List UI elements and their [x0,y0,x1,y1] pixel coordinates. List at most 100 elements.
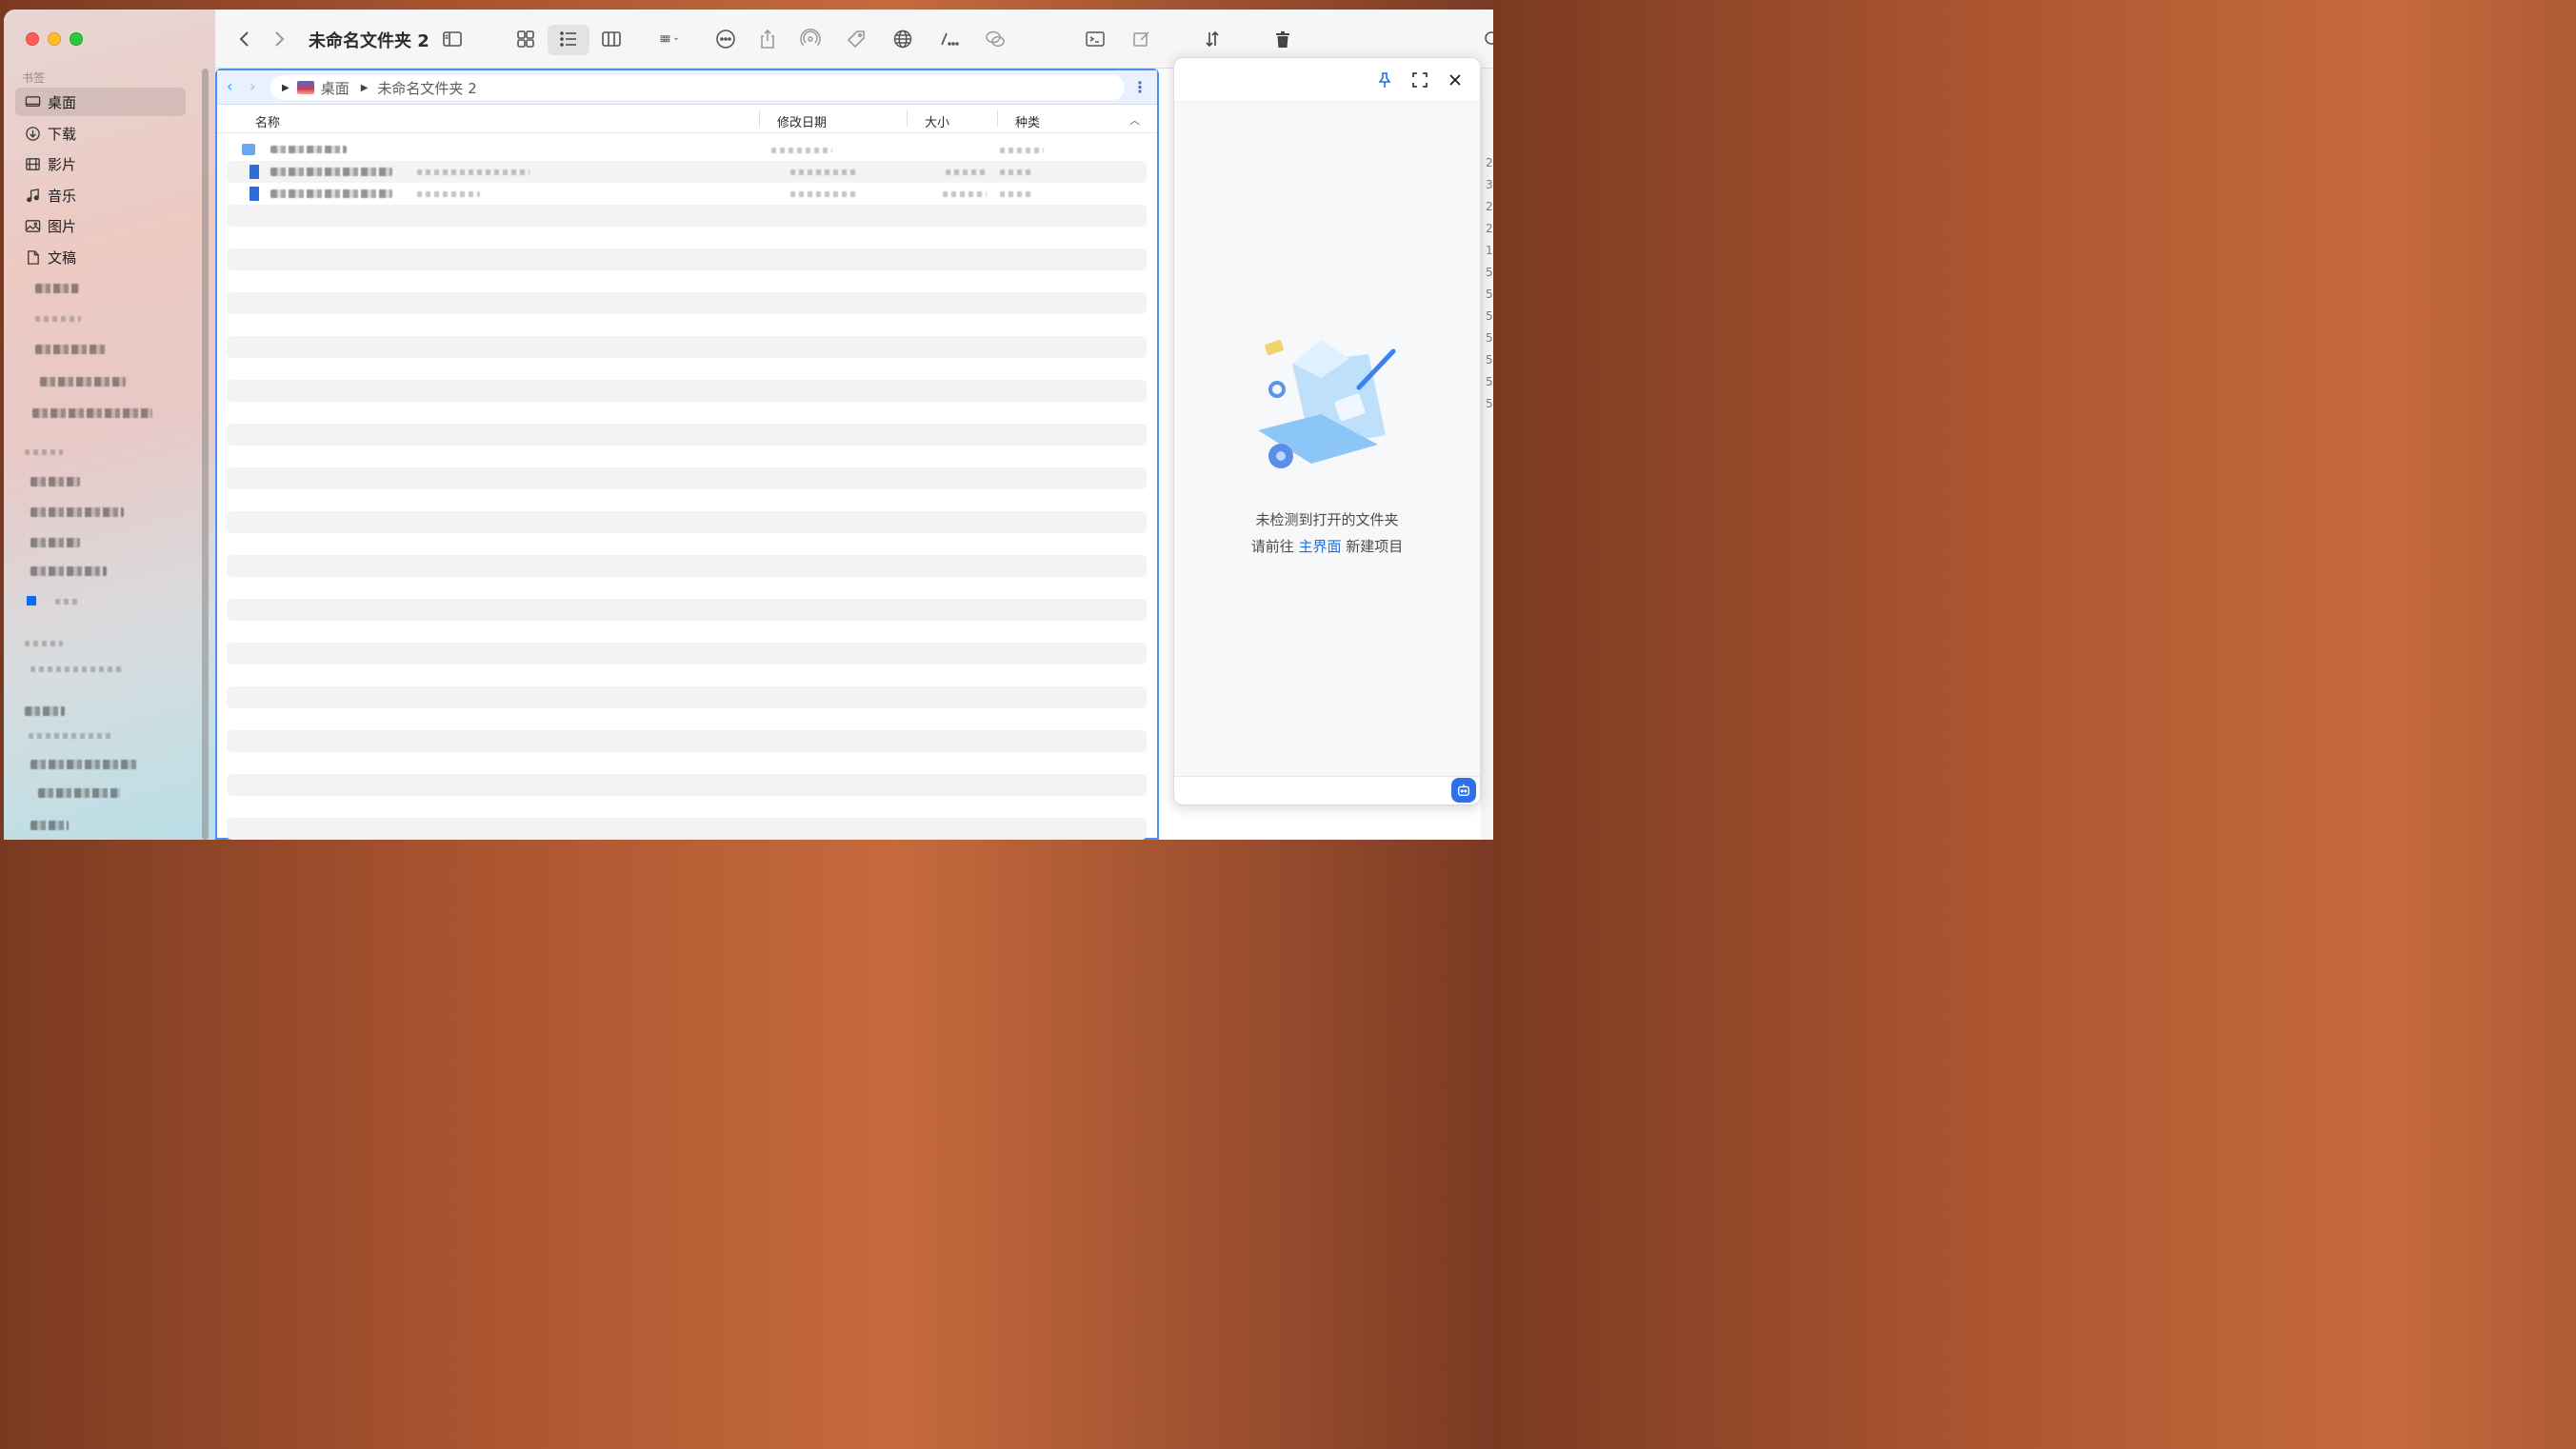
edit-icon[interactable] [1129,27,1154,51]
back-button[interactable] [232,27,257,51]
sort-caret-icon[interactable]: ︿ [1129,112,1140,128]
table-row [227,270,1147,292]
redacted-sidebar-item[interactable] [35,345,108,354]
sidebar-item-label: 图片 [48,217,77,235]
tag-icon[interactable] [844,27,869,51]
sidebar-item-downloads[interactable]: 下载 [15,119,186,148]
robot-assistant-button[interactable] [1451,778,1476,803]
redacted-sidebar-item[interactable] [55,599,80,605]
column-name-header[interactable]: 名称 [255,112,280,130]
sidebar-scrollbar[interactable] [202,69,209,840]
search-icon[interactable] [1480,27,1493,51]
wechat-icon[interactable] [983,27,1008,51]
redacted-sidebar-item[interactable] [29,733,114,739]
path-menu-icon[interactable]: ⋮ [1132,78,1148,96]
breadcrumb[interactable]: ▶ 桌面 ▶ 未命名文件夹 2 [270,75,1125,100]
breadcrumb-segment-folder[interactable]: 未命名文件夹 2 [377,78,476,98]
table-row [227,511,1147,533]
list-view-button[interactable] [556,27,581,51]
table-row [227,489,1147,511]
redacted-sidebar-item[interactable] [30,666,124,672]
sort-icon[interactable] [1200,27,1225,51]
redacted-size [943,191,987,197]
photo-icon [24,217,41,234]
column-header: 名称 修改日期 大小 种类 ︿ [217,105,1157,133]
sidebar-toggle-icon[interactable] [440,27,465,51]
group-view-dropdown[interactable] [651,27,689,51]
empty-state-message: 未检测到打开的文件夹 [1255,511,1399,528]
main-screen-link[interactable]: 主界面 [1298,538,1341,555]
edge-digit: 28 [1486,222,1493,235]
table-row [227,446,1147,467]
redacted-sidebar-section [25,706,65,716]
terminal-icon[interactable] [1083,27,1108,51]
column-view-button[interactable] [599,27,624,51]
column-kind-header[interactable]: 种类 [1015,112,1040,130]
sidebar-item-documents[interactable]: 文稿 [15,243,186,271]
close-window-button[interactable] [26,32,39,46]
redacted-sidebar-item[interactable] [30,760,139,769]
table-row[interactable] [227,183,1147,205]
table-row [227,796,1147,818]
redacted-sidebar-item[interactable] [30,507,124,517]
file-list-pane: ‹ › ▶ 桌面 ▶ 未命名文件夹 2 ⋮ 名称 修改日期 大小 种类 ︿ [215,69,1159,840]
icon-view-button[interactable] [513,27,538,51]
breadcrumb-segment-desktop[interactable]: 桌面 [321,78,349,98]
sidebar-item-movies[interactable]: 影片 [15,149,186,178]
table-row [227,577,1147,599]
redacted-sidebar-item[interactable] [40,377,126,387]
path-copy-icon[interactable] [937,27,962,51]
column-size-header[interactable]: 大小 [925,112,949,130]
assistant-panel: 未检测到打开的文件夹 请前往 主界面 新建项目 [1173,57,1481,805]
share-icon[interactable] [755,27,780,51]
redacted-date [771,148,832,153]
pin-icon[interactable] [1374,69,1395,90]
sidebar-item-pictures[interactable]: 图片 [15,211,186,240]
table-row [227,599,1147,621]
redacted-sidebar-item[interactable] [30,538,80,547]
robot-icon [1458,784,1469,796]
pane-back-button[interactable]: ‹ [227,77,232,95]
table-row[interactable] [227,139,1147,161]
trash-icon[interactable] [1270,27,1295,51]
forward-button[interactable] [267,27,291,51]
sidebar-item-label: 桌面 [48,93,77,111]
edge-digit: 50 [1486,397,1493,410]
sidebar-item-music[interactable]: 音乐 [15,181,186,209]
globe-icon[interactable] [890,27,915,51]
redacted-sidebar-item[interactable] [30,477,80,486]
redacted-file-name [417,169,529,175]
empty-folder-illustration [1258,340,1396,468]
close-icon[interactable] [1445,69,1466,90]
table-row [227,336,1147,358]
sidebar-item-label: 下载 [48,125,77,143]
redacted-file-name [417,191,480,197]
window-controls [26,32,83,46]
redacted-sidebar-item[interactable] [38,788,120,798]
redacted-sidebar-item[interactable] [35,284,79,293]
minimize-window-button[interactable] [48,32,61,46]
table-row [227,643,1147,665]
edge-digit: 5 [1486,288,1493,301]
redacted-date [790,169,857,175]
pane-forward-button[interactable]: › [250,77,255,95]
file-icon [250,165,259,179]
more-actions-icon[interactable] [713,27,738,51]
document-icon [24,248,41,266]
redacted-sidebar-item[interactable] [35,316,81,322]
table-row [227,708,1147,730]
column-modified-header[interactable]: 修改日期 [777,112,827,130]
redacted-sidebar-item[interactable] [30,821,69,830]
airdrop-icon[interactable] [798,27,823,51]
table-row [227,818,1147,840]
table-row[interactable] [227,161,1147,183]
fullscreen-icon[interactable] [1409,69,1430,90]
sidebar-item-label: 文稿 [48,248,77,267]
zoom-window-button[interactable] [70,32,83,46]
redacted-sidebar-item[interactable] [32,408,152,418]
file-icon [250,187,259,201]
redacted-file-name [270,168,392,176]
hint-prefix: 请前往 [1250,538,1294,555]
sidebar-item-desktop[interactable]: 桌面 [15,88,186,116]
redacted-sidebar-item[interactable] [30,566,107,576]
